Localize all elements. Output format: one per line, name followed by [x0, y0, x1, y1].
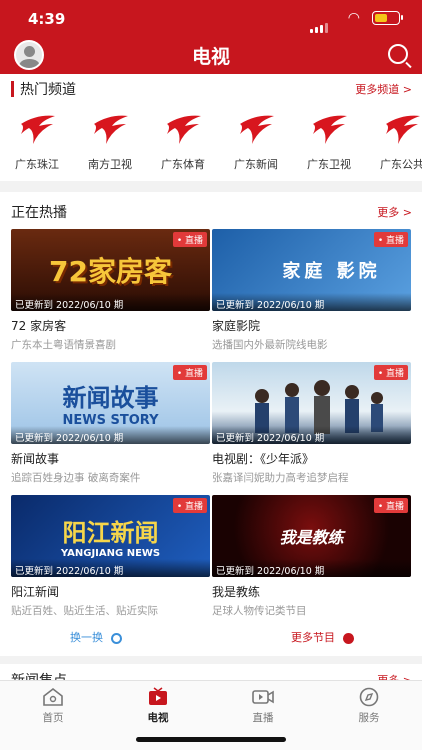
live-badge: • 直播: [373, 232, 408, 247]
program-subtitle: 张嘉译闫妮助力高考追梦启程: [212, 472, 349, 484]
tab-bar: 首页 电视 直播 服务: [0, 680, 422, 750]
channel-logo-icon: [386, 115, 420, 144]
more-channels-link[interactable]: 更多频道 >: [355, 81, 412, 97]
section-title: 热门频道: [20, 82, 76, 98]
app-header: 4:39 ◠ 电视: [0, 0, 422, 74]
home-icon: [43, 687, 63, 706]
video-icon: [252, 690, 274, 704]
channel-item[interactable]: 广东珠江: [2, 112, 72, 172]
channel-logo-icon: [21, 115, 55, 144]
channel-name: 广东新闻: [234, 158, 278, 171]
thumbnail-art-title: 阳江新闻: [62, 519, 159, 547]
channel-name: 南方卫视: [88, 158, 132, 171]
channel-item[interactable]: 广东体育: [148, 112, 218, 172]
program-thumbnail: • 直播 已更新到 2022/06/10 期: [212, 362, 411, 444]
live-badge: • 直播: [373, 365, 408, 380]
tab-tv[interactable]: 电视: [123, 687, 193, 725]
program-subtitle: 足球人物传记类节目: [212, 605, 307, 617]
channel-logo-icon: [94, 115, 128, 144]
update-info: 已更新到 2022/06/10 期: [11, 426, 210, 444]
channel-item[interactable]: 广东公共: [367, 112, 422, 172]
tv-icon: [149, 687, 167, 705]
refresh-button[interactable]: 换一换: [70, 629, 122, 645]
live-badge: • 直播: [373, 498, 408, 513]
channel-item[interactable]: 广东新闻: [221, 112, 291, 172]
battery-icon: [372, 11, 403, 25]
live-badge: • 直播: [172, 498, 207, 513]
hot-channels-header: 热门频道 更多频道 >: [0, 74, 422, 102]
program-card[interactable]: 新闻故事 NEWS STORY • 直播 已更新到 2022/06/10 期 新…: [11, 362, 210, 485]
update-info: 已更新到 2022/06/10 期: [212, 559, 411, 577]
tab-label: 电视: [147, 712, 169, 724]
search-icon[interactable]: [388, 44, 408, 64]
now-playing-header: 正在热播 更多 >: [0, 192, 422, 221]
more-programs-button[interactable]: 更多节目: [291, 629, 354, 645]
tab-live[interactable]: 直播: [228, 687, 298, 725]
card-actions: 换一换 更多节目: [0, 629, 422, 649]
program-card[interactable]: 家庭 影院 • 直播 已更新到 2022/06/10 期 家庭影院 选播国内外最…: [212, 229, 411, 352]
channel-item[interactable]: 南方卫视: [75, 112, 145, 172]
tab-label: 首页: [42, 712, 64, 724]
channel-item[interactable]: 广东卫视: [294, 112, 364, 172]
thumbnail-art-subtitle: YANGJIANG NEWS: [60, 548, 161, 559]
program-title: 我是教练: [212, 585, 261, 599]
eye-icon: [110, 632, 122, 644]
program-title: 家庭影院: [212, 319, 261, 333]
update-info: 已更新到 2022/06/10 期: [212, 293, 411, 311]
section-title: 正在热播: [11, 205, 67, 221]
channel-list: 广东珠江 南方卫视 广东体育 广东新闻 广东卫视 广东公共: [0, 112, 422, 174]
channel-logo-icon: [240, 115, 274, 144]
channel-name: 广东公共: [380, 158, 422, 171]
tab-service[interactable]: 服务: [334, 687, 404, 725]
section-marker: [11, 81, 14, 97]
channel-name: 广东体育: [161, 158, 205, 171]
program-card[interactable]: 阳江新闻 YANGJIANG NEWS • 直播 已更新到 2022/06/10…: [11, 495, 210, 618]
program-title: 新闻故事: [11, 452, 60, 466]
program-thumbnail: 72家房客 • 直播 已更新到 2022/06/10 期: [11, 229, 210, 311]
program-thumbnail: 阳江新闻 YANGJIANG NEWS • 直播 已更新到 2022/06/10…: [11, 495, 210, 577]
refresh-label: 换一换: [70, 631, 103, 644]
live-badge: • 直播: [172, 365, 207, 380]
wifi-icon: ◠: [347, 10, 360, 26]
nav-bar: 电视: [0, 36, 422, 74]
signal-icon: [310, 14, 330, 33]
program-card[interactable]: 72家房客 • 直播 已更新到 2022/06/10 期 72 家房客 广东本土…: [11, 229, 210, 352]
channel-name: 广东卫视: [307, 158, 351, 171]
now-playing-section: 正在热播 更多 > 72家房客 • 直播 已更新到 2022/06/10 期 7…: [0, 192, 422, 656]
page-title: 电视: [191, 46, 230, 68]
thumbnail-art-title: 新闻故事: [62, 384, 159, 412]
program-subtitle: 贴近百姓、贴近生活、贴近实际: [11, 605, 158, 617]
more-link[interactable]: 更多 >: [377, 204, 412, 220]
live-badge: • 直播: [172, 232, 207, 247]
channel-name: 广东珠江: [15, 158, 59, 171]
program-subtitle: 选播国内外最新院线电影: [212, 339, 328, 351]
program-card[interactable]: 我是教练 • 直播 已更新到 2022/06/10 期 我是教练 足球人物传记类…: [212, 495, 411, 618]
channel-logo-icon: [313, 115, 347, 144]
channel-logo-icon: [167, 115, 201, 144]
status-bar: 4:39 ◠: [0, 0, 422, 36]
update-info: 已更新到 2022/06/10 期: [11, 559, 210, 577]
program-subtitle: 广东本土粤语情景喜剧: [11, 339, 116, 351]
chevron-right-icon: [342, 632, 354, 644]
program-title: 阳江新闻: [11, 585, 60, 599]
program-title: 72 家房客: [11, 319, 67, 333]
tab-label: 直播: [252, 712, 274, 724]
status-time: 4:39: [28, 10, 66, 28]
hot-channels-section: 热门频道 更多频道 > 广东珠江 南方卫视 广东体育 广东新闻 广东卫视 广东公…: [0, 74, 422, 181]
program-card[interactable]: • 直播 已更新到 2022/06/10 期 电视剧：《少年派》 张嘉译闫妮助力…: [212, 362, 411, 485]
update-info: 已更新到 2022/06/10 期: [212, 426, 411, 444]
program-subtitle: 追踪百姓身边事 破离奇案件: [11, 472, 141, 484]
program-title: 电视剧：《少年派》: [212, 452, 315, 466]
program-thumbnail: 家庭 影院 • 直播 已更新到 2022/06/10 期: [212, 229, 411, 311]
program-thumbnail: 我是教练 • 直播 已更新到 2022/06/10 期: [212, 495, 411, 577]
more-programs-label: 更多节目: [291, 631, 335, 644]
tab-label: 服务: [358, 712, 380, 724]
compass-icon: [359, 687, 379, 707]
tab-home[interactable]: 首页: [18, 687, 88, 725]
home-indicator: [136, 737, 286, 742]
update-info: 已更新到 2022/06/10 期: [11, 293, 210, 311]
program-thumbnail: 新闻故事 NEWS STORY • 直播 已更新到 2022/06/10 期: [11, 362, 210, 444]
